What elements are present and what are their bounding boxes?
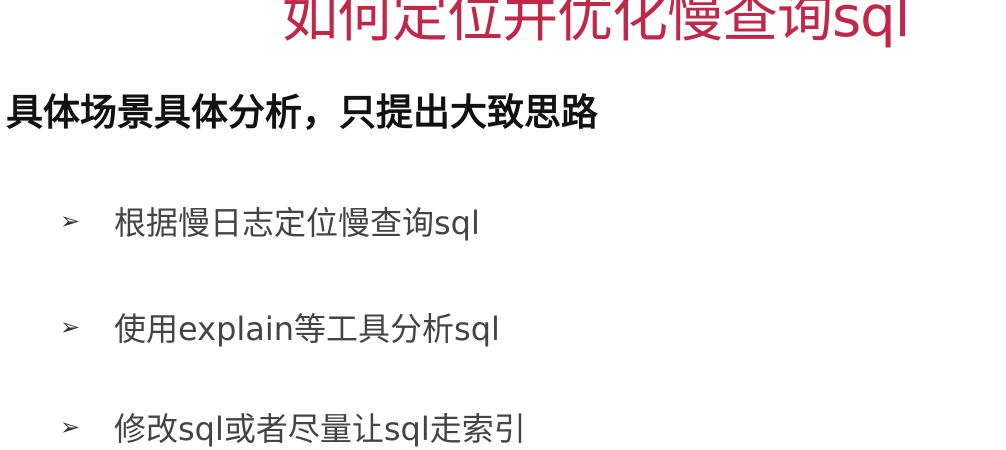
bullet-text: 使用explain等工具分析sql bbox=[114, 310, 500, 348]
slide-title: 如何定位并优化慢查询sql bbox=[282, 0, 910, 50]
bullet-text: 修改sql或者尽量让sql走索引 bbox=[114, 410, 526, 448]
slide-subtitle: 具体场景具体分析，只提出大致思路 bbox=[6, 91, 598, 134]
arrow-bullet-icon: ➢ bbox=[60, 413, 81, 441]
bullet-item: ➢ 根据慢日志定位慢查询sql bbox=[60, 198, 480, 244]
bullet-text: 根据慢日志定位慢查询sql bbox=[114, 204, 480, 242]
bullet-item: ➢ 使用explain等工具分析sql bbox=[60, 304, 500, 350]
bullet-item: ➢ 修改sql或者尽量让sql走索引 bbox=[60, 404, 526, 450]
arrow-bullet-icon: ➢ bbox=[60, 207, 81, 235]
arrow-bullet-icon: ➢ bbox=[60, 313, 81, 341]
